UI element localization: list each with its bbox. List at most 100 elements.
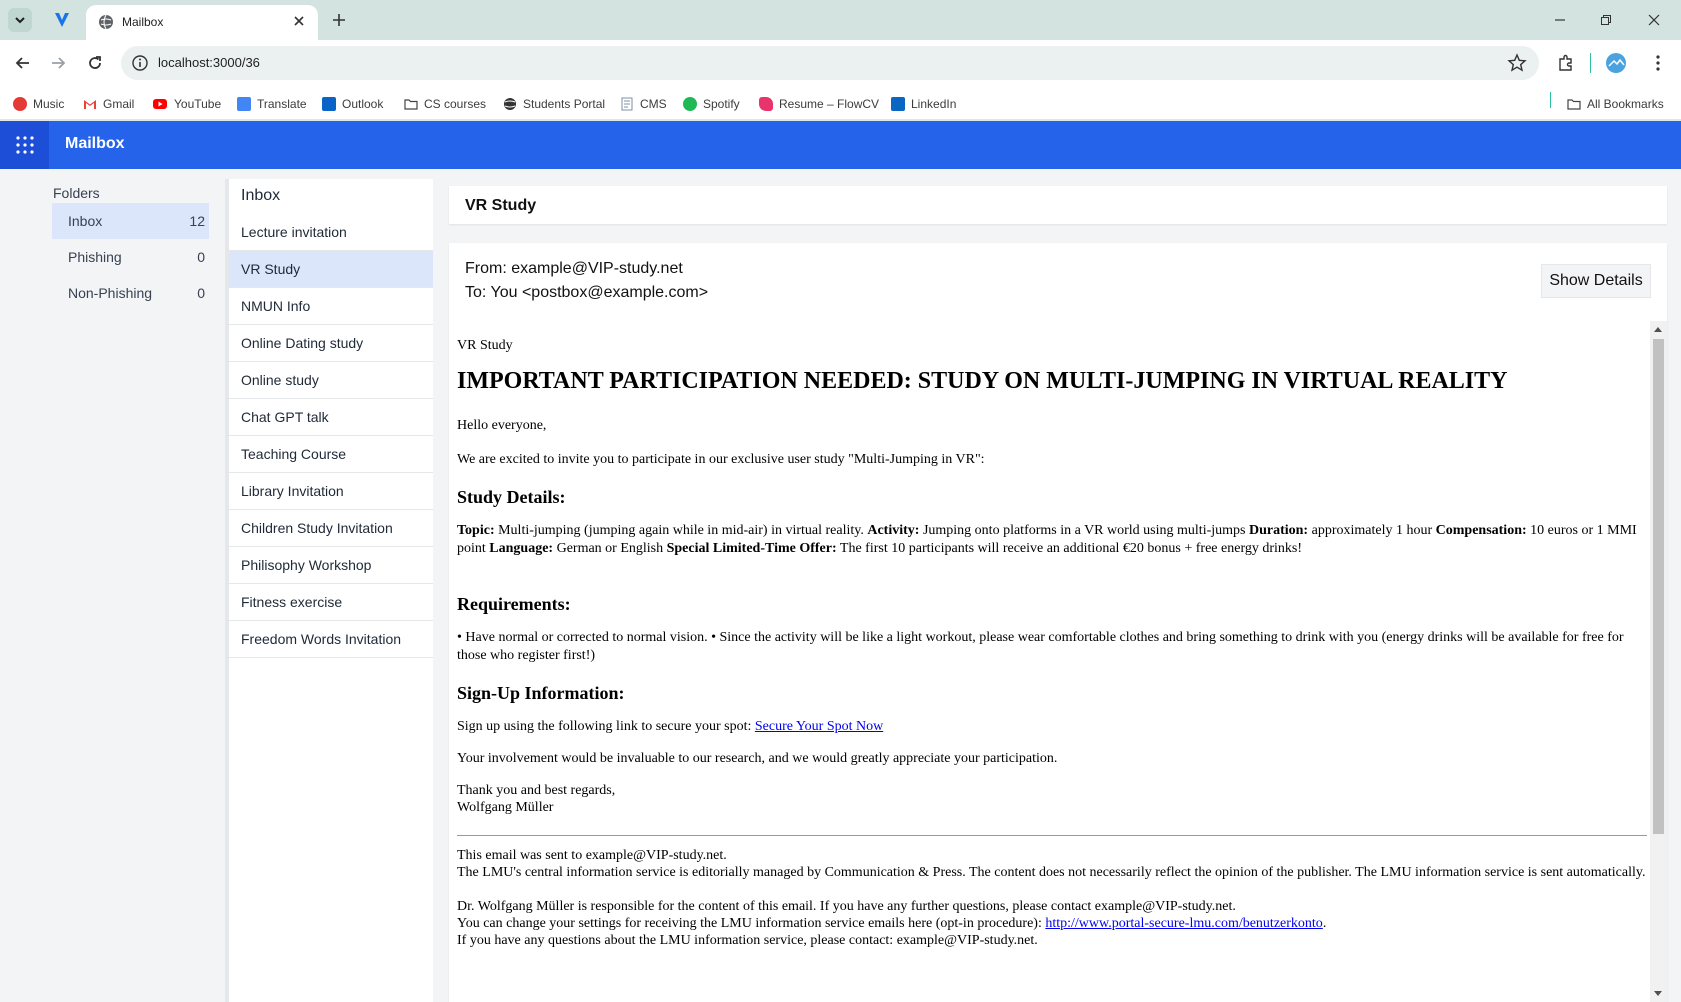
bookmark-outlook[interactable]: Outlook xyxy=(322,95,383,113)
bookmark-cs-courses[interactable]: CS courses xyxy=(404,95,486,113)
show-details-button[interactable]: Show Details xyxy=(1541,264,1651,298)
bookmark-linkedin[interactable]: LinkedIn xyxy=(891,95,956,113)
all-bookmarks-button[interactable]: All Bookmarks xyxy=(1567,95,1664,113)
extensions-button[interactable] xyxy=(1554,51,1578,75)
message-item-selected[interactable]: VR Study xyxy=(229,251,433,288)
footer-line: The LMU's central information service is… xyxy=(457,865,1646,880)
email-scrollbar[interactable] xyxy=(1650,321,1667,1002)
folder-phishing[interactable]: Phishing 0 xyxy=(52,239,209,275)
forward-button[interactable] xyxy=(46,51,70,75)
bookmark-flowcv[interactable]: Resume – FlowCV xyxy=(759,95,879,113)
address-bar[interactable]: localhost:3000/36 xyxy=(121,46,1539,80)
chevron-down-icon xyxy=(15,17,25,24)
involvement-text: Your involvement would be invaluable to … xyxy=(457,751,1058,766)
message-item[interactable]: Online Dating study xyxy=(229,325,433,362)
translate-icon xyxy=(237,97,251,111)
signup-heading: Sign-Up Information: xyxy=(457,683,625,703)
bookmark-spotify[interactable]: Spotify xyxy=(683,95,740,113)
message-item[interactable]: Children Study Invitation xyxy=(229,510,433,547)
folders-title: Folders xyxy=(53,185,100,201)
folder-count: 0 xyxy=(197,285,205,301)
restore-icon xyxy=(1601,15,1611,25)
signup-link[interactable]: Secure Your Spot Now xyxy=(755,719,883,734)
folder-icon xyxy=(404,99,418,110)
all-bookmarks-label: All Bookmarks xyxy=(1587,97,1664,111)
email-greeting: Hello everyone, xyxy=(457,418,547,433)
grid-icon xyxy=(15,136,34,154)
message-item[interactable]: Chat GPT talk xyxy=(229,399,433,436)
plus-icon xyxy=(333,14,345,26)
message-item[interactable]: Philisophy Workshop xyxy=(229,547,433,584)
new-tab-button[interactable] xyxy=(328,9,350,31)
star-icon[interactable] xyxy=(1507,53,1527,73)
close-window-button[interactable] xyxy=(1642,8,1666,32)
offer-label: Special Limited-Time Offer: xyxy=(666,541,837,556)
footer-settings-link[interactable]: http://www.portal-secure-lmu.com/benutze… xyxy=(1045,916,1322,931)
compensation-label: Compensation: xyxy=(1435,523,1527,538)
scroll-up-arrow-icon[interactable] xyxy=(1654,327,1662,332)
music-icon xyxy=(13,97,27,111)
site-info-icon[interactable] xyxy=(131,54,149,72)
browser-tab-mailbox[interactable]: Mailbox xyxy=(86,5,318,40)
footer-line: If you have any questions about the LMU … xyxy=(457,933,1038,948)
bookmark-translate[interactable]: Translate xyxy=(237,95,307,113)
bookmark-label: Outlook xyxy=(342,97,384,111)
apps-menu-button[interactable] xyxy=(0,121,49,169)
arrow-right-icon xyxy=(52,57,66,69)
bookmark-label: Music xyxy=(33,97,65,111)
message-item[interactable]: Library Invitation xyxy=(229,473,433,510)
duration-label: Duration: xyxy=(1248,523,1309,538)
scroll-thumb[interactable] xyxy=(1653,339,1664,834)
close-icon xyxy=(1648,14,1660,26)
folder-non-phishing[interactable]: Non-Phishing 0 xyxy=(52,275,209,311)
bookmark-label: Translate xyxy=(257,97,307,111)
footer-settings-line: You can change your settings for receivi… xyxy=(457,915,1647,933)
footer-line: This email was sent to example@VIP-study… xyxy=(457,848,727,863)
message-item[interactable]: Teaching Course xyxy=(229,436,433,473)
bookmark-youtube[interactable]: YouTube xyxy=(152,95,221,113)
bookmark-label: Resume – FlowCV xyxy=(779,97,880,111)
minimize-icon xyxy=(1555,19,1565,21)
reload-button[interactable] xyxy=(83,51,107,75)
footer-settings-end: . xyxy=(1322,916,1327,931)
bookmark-cms[interactable]: CMS xyxy=(620,95,667,113)
minimize-button[interactable] xyxy=(1548,8,1572,32)
signature-text: Wolfgang Müller xyxy=(457,800,554,815)
tab-close-button[interactable] xyxy=(290,12,308,30)
more-vert-icon xyxy=(1656,55,1660,71)
message-item[interactable]: Lecture invitation xyxy=(229,214,433,251)
bookmarks-divider xyxy=(1550,92,1551,108)
email-body-tag: VR Study xyxy=(457,338,513,353)
message-item[interactable]: NMUN Info xyxy=(229,288,433,325)
folder-inbox[interactable]: Inbox 12 xyxy=(52,203,209,239)
spotify-icon xyxy=(683,97,697,111)
bookmark-music[interactable]: Music xyxy=(13,95,64,113)
message-item[interactable]: Online study xyxy=(229,362,433,399)
profile-avatar[interactable] xyxy=(1604,51,1628,75)
scroll-down-arrow-icon[interactable] xyxy=(1654,991,1662,996)
back-button[interactable] xyxy=(11,51,35,75)
email-subject-header: VR Study xyxy=(449,186,1667,224)
signup-text: Sign up using the following link to secu… xyxy=(457,719,752,734)
language-label: Language: xyxy=(489,541,554,556)
message-list-title: Inbox xyxy=(241,187,281,204)
email-reader: From: example@VIP-study.net To: You <pos… xyxy=(449,243,1667,1002)
vivaldi-logo-icon[interactable] xyxy=(52,10,72,30)
message-item[interactable]: Freedom Words Invitation xyxy=(229,621,433,658)
restore-button[interactable] xyxy=(1594,8,1618,32)
bookmark-label: YouTube xyxy=(174,97,222,111)
browser-menu-button[interactable] xyxy=(1646,51,1670,75)
folder-label: Inbox xyxy=(68,213,103,229)
tab-search-button[interactable] xyxy=(8,8,32,32)
closing-text: Thank you and best regards, xyxy=(457,783,616,798)
toolbar-divider xyxy=(1590,53,1591,73)
bookmark-gmail[interactable]: Gmail xyxy=(83,95,134,113)
bookmark-students-portal[interactable]: Students Portal xyxy=(503,95,605,113)
email-subject: VR Study xyxy=(465,197,537,214)
message-item[interactable]: Fitness exercise xyxy=(229,584,433,621)
avatar-icon xyxy=(1606,53,1626,73)
email-body: VR Study IMPORTANT PARTICIPATION NEEDED:… xyxy=(449,321,1667,1002)
email-to: To: You <postbox@example.com> xyxy=(465,284,709,301)
app-header: Mailbox xyxy=(0,121,1681,169)
folder-count: 0 xyxy=(197,249,205,265)
